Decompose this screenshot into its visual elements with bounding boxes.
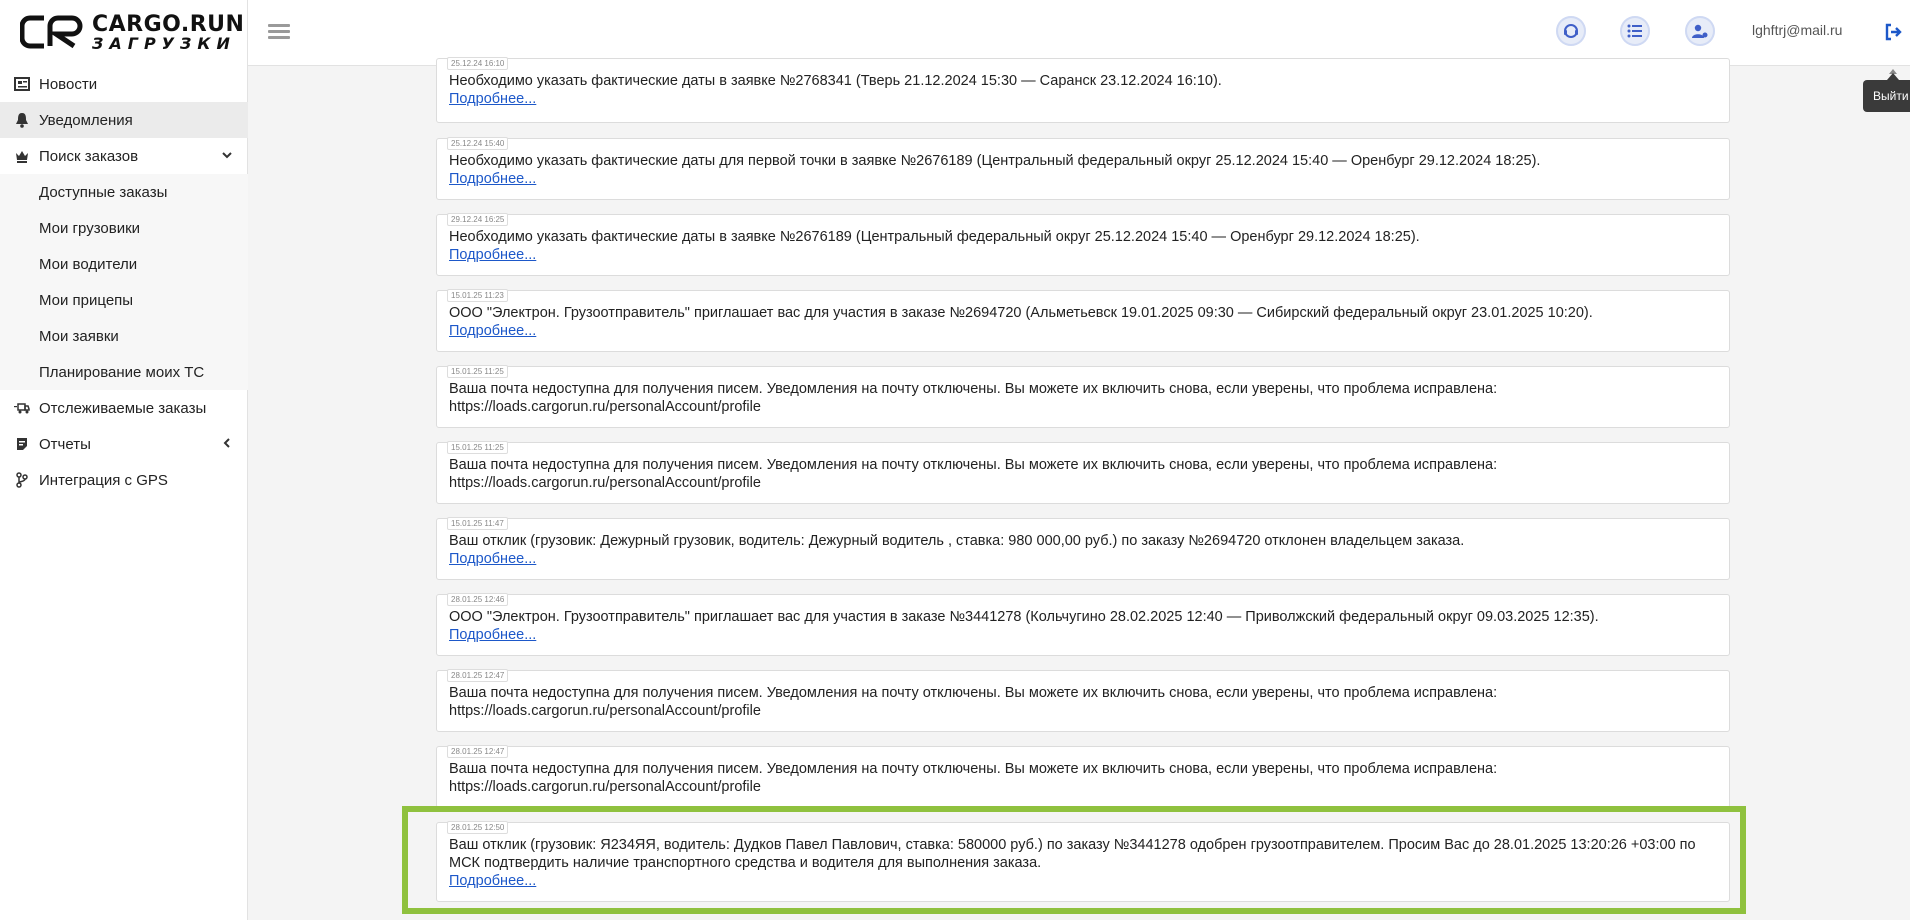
sidebar-item-label: Мои заявки bbox=[39, 327, 119, 345]
chevron-left-icon[interactable] bbox=[220, 436, 234, 450]
brand-logo[interactable]: CARGO.RUN ЗАГРУЗКИ bbox=[0, 0, 248, 66]
notification-text: ООО "Электрон. Грузоотправитель" приглаш… bbox=[449, 609, 1599, 625]
chevron-down-icon[interactable] bbox=[220, 148, 234, 162]
menu-toggle-icon[interactable] bbox=[268, 21, 290, 43]
more-link[interactable]: Подробнее... bbox=[449, 246, 1709, 264]
notification-time: 28.01.25 12:47 bbox=[447, 745, 509, 758]
more-link[interactable]: Подробнее... bbox=[449, 322, 1709, 340]
notification-card: 15.01.25 11:25 Ваша почта недоступна для… bbox=[436, 365, 1730, 428]
logout-tooltip: Выйти bbox=[1863, 73, 1910, 112]
notification-time: 28.01.25 12:50 bbox=[447, 821, 509, 834]
sidebar-item-label: Поиск заказов bbox=[39, 147, 139, 165]
notification-text: Ваша почта недоступна для получения писе… bbox=[449, 685, 1498, 719]
notification-text: Необходимо указать фактические даты для … bbox=[449, 153, 1541, 169]
sidebar-item-label: Мои грузовики bbox=[39, 219, 141, 237]
sidebar-item-label: Отчеты bbox=[39, 435, 91, 453]
sidebar-item-available-orders[interactable]: Доступные заказы bbox=[0, 174, 248, 210]
sidebar-item-my-trailers[interactable]: Мои прицепы bbox=[0, 282, 248, 318]
notification-text: ООО "Электрон. Грузоотправитель" приглаш… bbox=[449, 305, 1593, 321]
more-link[interactable]: Подробнее... bbox=[449, 170, 1709, 188]
cargorun-logo-icon bbox=[20, 15, 83, 49]
sidebar-item-my-requests[interactable]: Мои заявки bbox=[0, 318, 248, 354]
notification-card-highlighted: 28.01.25 12:50 Ваш отклик (грузовик: Я23… bbox=[436, 821, 1730, 902]
notification-time: 25.12.24 16:10 bbox=[447, 57, 509, 70]
sidebar-item-label: Планирование моих ТС bbox=[39, 363, 205, 381]
notification-text: Ваша почта недоступна для получения писе… bbox=[449, 761, 1498, 795]
sidebar-item-vehicle-planning[interactable]: Планирование моих ТС bbox=[0, 354, 248, 390]
support-icon[interactable] bbox=[1556, 16, 1586, 46]
brand-subtitle: ЗАГРУЗКИ bbox=[92, 34, 236, 53]
sidebar-item-label: Отслеживаемые заказы bbox=[39, 399, 207, 417]
notification-time: 25.12.24 15:40 bbox=[447, 137, 509, 150]
list-icon[interactable] bbox=[1620, 16, 1650, 46]
notification-time: 29.12.24 16:25 bbox=[447, 213, 509, 226]
notification-card: 28.01.25 12:47 Ваша почта недоступна для… bbox=[436, 669, 1730, 732]
sidebar-item-label: Доступные заказы bbox=[39, 183, 168, 201]
sidebar-item-label: Мои водители bbox=[39, 255, 138, 273]
sidebar-item-reports[interactable]: Отчеты bbox=[0, 426, 248, 462]
notification-text: Необходимо указать фактические даты в за… bbox=[449, 73, 1222, 89]
notification-card: 15.01.25 11:47 Ваш отклик (грузовик: Деж… bbox=[436, 517, 1730, 580]
notification-time: 15.01.25 11:23 bbox=[447, 289, 508, 302]
notification-time: 15.01.25 11:25 bbox=[447, 365, 508, 378]
bell-icon bbox=[14, 112, 30, 128]
notification-card: 25.12.24 15:40 Необходимо указать фактич… bbox=[436, 137, 1730, 200]
sidebar-item-label: Уведомления bbox=[39, 111, 133, 129]
notification-time: 28.01.25 12:46 bbox=[447, 593, 509, 606]
logout-icon[interactable] bbox=[1883, 22, 1903, 42]
report-icon bbox=[14, 436, 30, 452]
sidebar-item-my-trucks[interactable]: Мои грузовики bbox=[0, 210, 248, 246]
sidebar-item-my-drivers[interactable]: Мои водители bbox=[0, 246, 248, 282]
sidebar-item-order-search[interactable]: Поиск заказов bbox=[0, 138, 248, 174]
notification-text: Ваша почта недоступна для получения писе… bbox=[449, 457, 1498, 491]
notification-text: Необходимо указать фактические даты в за… bbox=[449, 229, 1420, 245]
more-link[interactable]: Подробнее... bbox=[449, 90, 1709, 108]
notification-card: 15.01.25 11:23 ООО "Электрон. Грузоотпра… bbox=[436, 289, 1730, 352]
newspaper-icon bbox=[14, 76, 30, 92]
sidebar-item-label: Мои прицепы bbox=[39, 291, 134, 309]
chess-king-icon bbox=[14, 148, 30, 164]
notification-card: 29.12.24 16:25 Необходимо указать фактич… bbox=[436, 213, 1730, 276]
notification-text: Ваша почта недоступна для получения писе… bbox=[449, 381, 1498, 415]
notification-card: 15.01.25 11:25 Ваша почта недоступна для… bbox=[436, 441, 1730, 504]
sidebar-item-notifications[interactable]: Уведомления bbox=[0, 102, 248, 138]
sidebar-item-gps-integration[interactable]: Интеграция с GPS bbox=[0, 462, 248, 498]
notification-time: 15.01.25 11:25 bbox=[447, 441, 508, 454]
top-header: CARGO.RUN ЗАГРУЗКИ lghftrj@mail.ru bbox=[0, 0, 1910, 66]
notification-text: Ваш отклик (грузовик: Я234ЯЯ, водитель: … bbox=[449, 837, 1696, 871]
branch-icon bbox=[14, 472, 30, 488]
more-link[interactable]: Подробнее... bbox=[449, 550, 1709, 568]
user-settings-icon[interactable] bbox=[1685, 16, 1715, 46]
sidebar-item-label: Новости bbox=[39, 75, 98, 93]
truck-fast-icon bbox=[14, 400, 30, 416]
sidebar-item-label: Интеграция с GPS bbox=[39, 471, 168, 489]
notification-card: 28.01.25 12:47 Ваша почта недоступна для… bbox=[436, 745, 1730, 808]
sidebar-item-news[interactable]: Новости bbox=[0, 66, 248, 102]
notification-time: 15.01.25 11:47 bbox=[447, 517, 508, 530]
more-link[interactable]: Подробнее... bbox=[449, 626, 1709, 644]
notification-card: 28.01.25 12:46 ООО "Электрон. Грузоотпра… bbox=[436, 593, 1730, 656]
more-link[interactable]: Подробнее... bbox=[449, 872, 1709, 890]
notification-time: 28.01.25 12:47 bbox=[447, 669, 509, 682]
sidebar: Новости Уведомления Поиск заказов Доступ… bbox=[0, 66, 248, 920]
notification-text: Ваш отклик (грузовик: Дежурный грузовик,… bbox=[449, 533, 1465, 549]
sidebar-item-tracked-orders[interactable]: Отслеживаемые заказы bbox=[0, 390, 248, 426]
notification-card: 25.12.24 16:10 Необходимо указать фактич… bbox=[436, 57, 1730, 123]
user-email[interactable]: lghftrj@mail.ru bbox=[1752, 22, 1842, 38]
